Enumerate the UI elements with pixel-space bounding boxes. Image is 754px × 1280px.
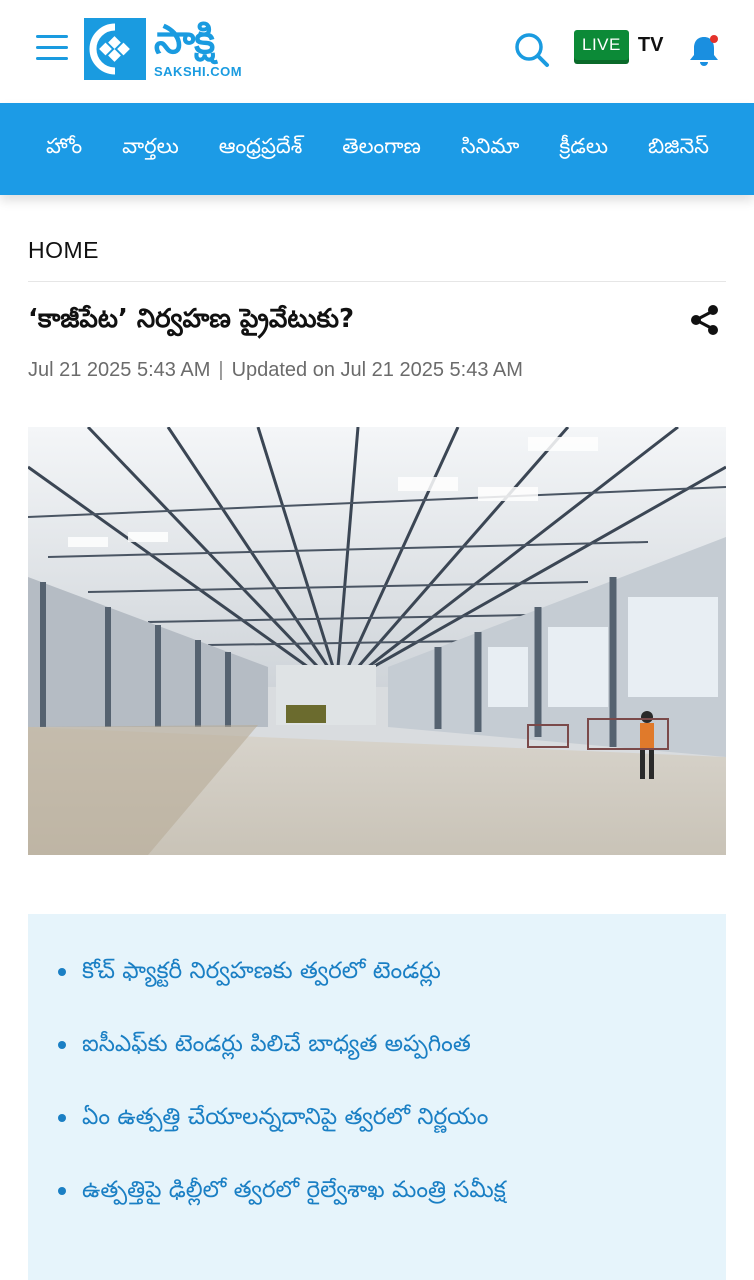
search-icon[interactable] <box>514 32 550 68</box>
published-date: Jul 21 2025 5:43 AM <box>28 359 211 381</box>
highlight-item: ఉత్పత్తిపై ఢిల్లీలో త్వరలో రైల్వేశాఖ మంత… <box>58 1175 698 1205</box>
article-meta: Jul 21 2025 5:43 AM | Updated on Jul 21 20… <box>28 359 523 382</box>
category-nav: హోం వార్తలు ఆంధ్రప్రదేశ్ తెలంగాణ సినిమా … <box>0 103 754 195</box>
article-hero-image <box>28 427 726 855</box>
nav-item-news[interactable]: వార్తలు <box>122 134 179 164</box>
logo-url-text: SAKSHI.COM <box>154 64 243 79</box>
live-badge: LIVE <box>574 30 629 60</box>
nav-item-cinema[interactable]: సినిమా <box>461 134 519 164</box>
highlight-item: ఐసీఎఫ్‌కు టెండర్లు పిలిచే బాధ్యత అప్పగిం… <box>58 1029 698 1059</box>
nav-item-sports[interactable]: క్రీడలు <box>559 134 608 164</box>
top-header: సాక్షి SAKSHI.COM LIVE TV <box>0 0 754 103</box>
highlight-item: కోచ్ ఫ్యాక్టరీ నిర్వహణకు త్వరలో టెండర్లు <box>58 956 698 986</box>
divider <box>28 281 726 282</box>
nav-item-home[interactable]: హోం <box>46 134 82 164</box>
sakshi-logo-mark-icon <box>84 18 146 80</box>
breadcrumb-home[interactable]: HOME <box>28 237 99 264</box>
article-highlights: కోచ్ ఫ్యాక్టరీ నిర్వహణకు త్వరలో టెండర్లు… <box>28 914 726 1280</box>
nav-item-andhra-pradesh[interactable]: ఆంధ్రప్రదేశ్ <box>219 134 303 164</box>
nav-item-telangana[interactable]: తెలంగాణ <box>342 134 421 164</box>
live-tv-button[interactable]: LIVE TV <box>574 30 663 60</box>
tv-label: TV <box>637 33 664 56</box>
meta-separator: | <box>218 359 224 381</box>
share-icon[interactable] <box>688 303 722 337</box>
nav-item-business[interactable]: బిజినెస్ <box>648 134 709 164</box>
bell-icon[interactable] <box>686 32 722 68</box>
article-headline: ‘కాజీపేట’ నిర్వహణ ప్రైవేటుకు? <box>28 304 355 334</box>
sakshi-logo[interactable]: సాక్షి SAKSHI.COM <box>84 18 242 80</box>
logo-wordmark: సాక్షి <box>154 17 215 63</box>
highlight-item: ఏం ఉత్పత్తి చేయాలన్నదానిపై త్వరలో నిర్ణయ… <box>58 1102 698 1132</box>
hamburger-menu-icon[interactable] <box>36 35 68 61</box>
updated-date: Updated on Jul 21 2025 5:43 AM <box>231 359 523 381</box>
